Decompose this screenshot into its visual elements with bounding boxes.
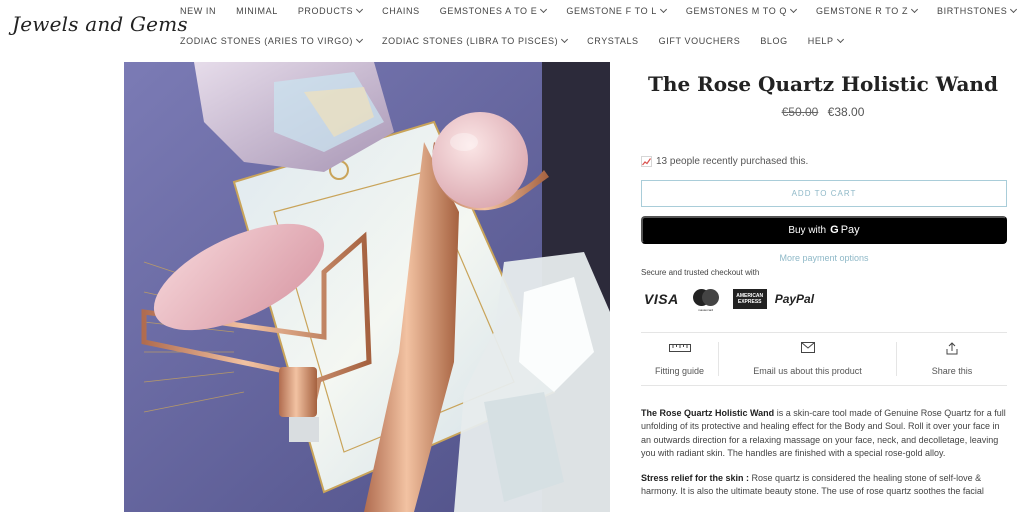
product-actions: Fitting guide Email us about this produc…	[641, 342, 1007, 376]
chevron-down-icon	[911, 5, 919, 14]
main-nav-row-1: NEW IN MINIMAL PRODUCTS CHAINS GEMSTONES…	[180, 5, 1024, 16]
share-link[interactable]: Share this	[897, 342, 1007, 376]
nav-zodiac-aries-virgo[interactable]: ZODIAC STONES (ARIES TO VIRGO)	[180, 35, 364, 46]
description-product-name: The Rose Quartz Holistic Wand	[641, 408, 775, 418]
google-g-icon: G	[830, 224, 839, 236]
nav-gemstone-f-to-l[interactable]: GEMSTONE F TO L	[566, 5, 667, 16]
price-block: €50.00 €38.00	[640, 105, 1006, 119]
chevron-down-icon	[836, 35, 844, 44]
main-nav-row-2: ZODIAC STONES (ARIES TO VIRGO) ZODIAC ST…	[180, 35, 863, 46]
add-to-cart-button[interactable]: ADD TO CART	[641, 180, 1007, 207]
fitting-guide-link[interactable]: Fitting guide	[641, 342, 718, 376]
payment-logos: VISA mastercard AMERICAN EXPRESS PayPal	[644, 288, 815, 312]
gpay-pay-label: Pay	[840, 224, 860, 236]
compare-at-price: €50.00	[781, 105, 819, 119]
fitting-guide-label: Fitting guide	[654, 366, 705, 376]
nav-products[interactable]: PRODUCTS	[298, 5, 364, 16]
nav-chains[interactable]: CHAINS	[382, 6, 420, 16]
chevron-down-icon	[659, 5, 667, 14]
divider	[641, 332, 1007, 333]
share-icon	[946, 342, 958, 355]
divider	[641, 385, 1007, 386]
nav-gemstones-a-to-e[interactable]: GEMSTONES A TO E	[440, 5, 548, 16]
chevron-down-icon	[561, 35, 569, 44]
nav-minimal[interactable]: MINIMAL	[236, 6, 278, 16]
mastercard-logo: mastercard	[691, 289, 721, 312]
product-title: The Rose Quartz Holistic Wand	[648, 72, 998, 96]
chevron-down-icon	[540, 5, 548, 14]
visa-logo: VISA	[644, 291, 679, 307]
description-paragraph: Stress relief for the skin : Rose quartz…	[641, 472, 1011, 499]
chevron-down-icon	[356, 5, 364, 14]
email-product-link[interactable]: Email us about this product	[718, 342, 897, 376]
chevron-down-icon	[789, 5, 798, 14]
nav-crystals[interactable]: CRYSTALS	[587, 36, 638, 46]
nav-blog[interactable]: BLOG	[760, 36, 787, 46]
ruler-icon	[668, 344, 691, 352]
product-description: The Rose Quartz Holistic Wand is a skin-…	[641, 407, 1011, 511]
product-image[interactable]	[124, 62, 610, 512]
sale-price: €38.00	[827, 105, 865, 119]
share-label: Share this	[931, 366, 973, 376]
chevron-down-icon	[355, 35, 364, 44]
nav-new-in[interactable]: NEW IN	[180, 6, 216, 16]
nav-gemstones-m-to-q[interactable]: GEMSTONES M TO Q	[686, 5, 798, 16]
site-logo[interactable]: Jewels and Gems	[12, 12, 188, 36]
nav-help[interactable]: HELP	[808, 35, 844, 46]
amex-logo: AMERICAN EXPRESS	[732, 289, 767, 309]
email-product-label: Email us about this product	[753, 366, 862, 376]
chevron-down-icon	[1010, 5, 1018, 14]
recent-purchases-text: 13 people recently purchased this.	[656, 156, 809, 167]
buy-with-label: Buy with	[788, 224, 827, 236]
product-photo	[124, 62, 610, 512]
nav-zodiac-libra-pisces[interactable]: ZODIAC STONES (LIBRA TO PISCES)	[382, 35, 569, 46]
nav-birthstones[interactable]: BIRTHSTONES	[937, 5, 1018, 16]
amex-line-2: EXPRESS	[737, 299, 762, 305]
recent-purchases: 13 people recently purchased this.	[641, 156, 808, 167]
description-paragraph: The Rose Quartz Holistic Wand is a skin-…	[641, 407, 1011, 460]
envelope-icon	[800, 342, 815, 353]
buy-with-gpay-button[interactable]: Buy with G Pay	[641, 216, 1007, 244]
stress-relief-heading: Stress relief for the skin :	[641, 473, 750, 484]
trending-chart-icon	[641, 156, 652, 167]
paypal-logo: PayPal	[774, 292, 815, 306]
more-payment-options-link[interactable]: More payment options	[641, 253, 1007, 263]
secure-checkout-text: Secure and trusted checkout with	[641, 268, 760, 277]
mastercard-wordmark: mastercard	[698, 308, 714, 312]
nav-gemstone-r-to-z[interactable]: GEMSTONE R TO Z	[816, 5, 919, 16]
nav-gift-vouchers[interactable]: GIFT VOUCHERS	[659, 36, 741, 46]
